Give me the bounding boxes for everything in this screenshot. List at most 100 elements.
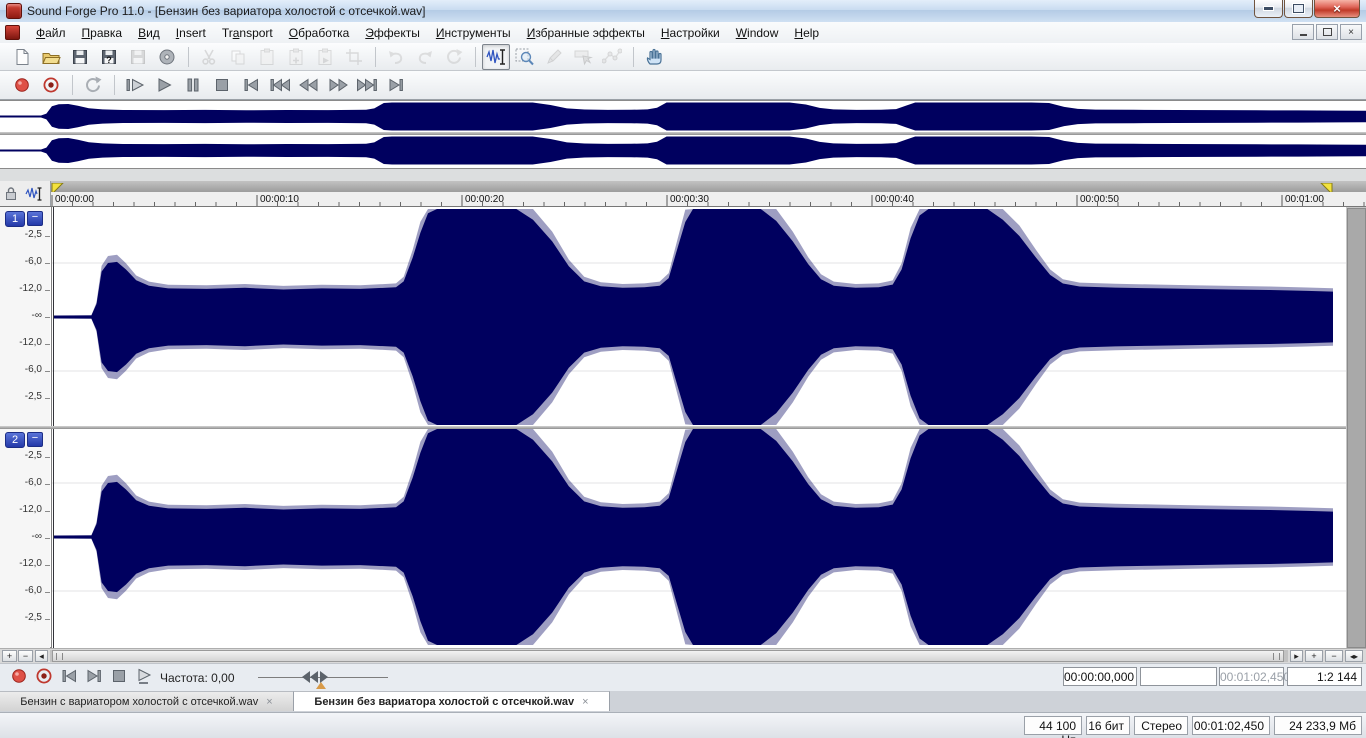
record-button[interactable] — [8, 72, 36, 98]
new-file-button[interactable] — [8, 44, 36, 70]
save-button[interactable] — [66, 44, 94, 70]
minimize-button[interactable] — [1254, 0, 1283, 18]
lock-icon[interactable] — [5, 186, 17, 201]
record-button[interactable] — [6, 667, 31, 689]
play-all-icon — [124, 75, 146, 95]
menu-help[interactable]: Help — [786, 24, 827, 42]
close-button[interactable]: × — [1314, 0, 1360, 18]
zoom-fit-button[interactable]: ◂▸ — [1345, 650, 1363, 662]
record-loop-button[interactable] — [37, 72, 65, 98]
menu-view[interactable]: Вид — [130, 24, 168, 42]
db-scale-label: -2,5 — [0, 612, 42, 623]
position-display[interactable]: 00:00:00,000 — [1063, 667, 1137, 686]
vertical-scrollbar[interactable] — [1346, 207, 1366, 648]
rewind-button[interactable] — [295, 72, 323, 98]
restore-button[interactable] — [1284, 0, 1313, 18]
document-icon — [5, 25, 20, 40]
save-as-button[interactable]: ? — [95, 44, 123, 70]
vertical-scrollbar-thumb[interactable] — [1347, 208, 1366, 648]
zoom-ratio-display[interactable]: 1:2 144 — [1287, 667, 1362, 686]
menu-file[interactable]: Файл — [28, 24, 74, 42]
window-controls: × — [1253, 0, 1360, 18]
loop-playback-button[interactable] — [79, 72, 107, 98]
touch-tool-button[interactable] — [640, 44, 668, 70]
menu-tools[interactable]: Инструменты — [428, 24, 519, 42]
close-icon: × — [1333, 3, 1341, 15]
record-loop-button[interactable] — [31, 667, 56, 689]
render-as-button[interactable] — [153, 44, 181, 70]
window-title: Sound Forge Pro 11.0 - [Бензин без вариа… — [27, 4, 426, 18]
play-all-button[interactable] — [121, 72, 149, 98]
channel-1-badge[interactable]: 1 — [5, 211, 25, 227]
zoom-in-horizontal-button[interactable]: + — [1305, 650, 1323, 662]
copy-icon — [229, 48, 247, 66]
previous-marker-button[interactable] — [266, 72, 294, 98]
go-to-end-button[interactable] — [382, 72, 410, 98]
next-marker-button[interactable] — [353, 72, 381, 98]
doc-close-button[interactable]: × — [1340, 24, 1362, 40]
loop-region-bar[interactable] — [0, 181, 1366, 192]
scroll-right-button[interactable]: ▸ — [1290, 650, 1303, 662]
document-tab-1[interactable]: Бензин с вариатором холостой с отсечкой.… — [0, 691, 294, 711]
close-tab-icon[interactable]: × — [266, 696, 272, 708]
channel-2-minimize-button[interactable]: − — [27, 432, 43, 447]
db-scale-tick — [45, 290, 50, 291]
ruler-gutter — [0, 181, 51, 206]
pause-button[interactable] — [179, 72, 207, 98]
document-tab-2[interactable]: Бензин без вариатора холостой с отсечкой… — [294, 691, 610, 711]
forward-button[interactable] — [324, 72, 352, 98]
menu-window[interactable]: Window — [728, 24, 787, 42]
open-file-button[interactable] — [37, 44, 65, 70]
menu-effects[interactable]: Эффекты — [357, 24, 428, 42]
zoom-out-vertical-button[interactable]: − — [18, 650, 33, 662]
speed-slider[interactable] — [258, 664, 388, 692]
repeat-button — [440, 44, 468, 70]
menu-insert[interactable]: Insert — [168, 24, 214, 42]
waveform-overview[interactable] — [0, 100, 1366, 169]
magnify-tool-button[interactable] — [511, 44, 539, 70]
db-scale-label: -12,0 — [0, 337, 42, 348]
paste-button — [253, 44, 281, 70]
edit-tool-cursor-icon[interactable] — [25, 186, 43, 202]
go-to-end-button[interactable] — [81, 667, 106, 689]
play-button[interactable] — [150, 72, 178, 98]
menu-process[interactable]: Обработка — [281, 24, 358, 42]
horizontal-scrollbar-thumb[interactable] — [52, 650, 1284, 662]
document-tabs: Бензин с вариатором холостой с отсечкой.… — [0, 691, 1366, 712]
record-loop-icon — [41, 75, 61, 95]
channel-2-badge[interactable]: 2 — [5, 432, 25, 448]
edit-tool-button[interactable] — [482, 44, 510, 70]
menu-transport[interactable]: Transport — [214, 24, 281, 42]
close-tab-icon[interactable]: × — [582, 696, 588, 708]
app-icon — [6, 3, 22, 19]
touch-tool-icon — [645, 48, 663, 66]
stop-button[interactable] — [208, 72, 236, 98]
tab-label: Бензин без вариатора холостой с отсечкой… — [314, 696, 574, 708]
selection-display[interactable] — [1140, 667, 1217, 686]
go-to-start-button[interactable] — [237, 72, 265, 98]
time-ruler[interactable]: 00:00:0000:00:1000:00:2000:00:3000:00:40… — [0, 192, 1366, 207]
length-display[interactable]: 00:01:02,450 — [1219, 667, 1284, 686]
doc-restore-button[interactable] — [1316, 24, 1338, 40]
doc-minimize-button[interactable] — [1292, 24, 1314, 40]
cut-button — [195, 44, 223, 70]
menu-edit[interactable]: Правка — [74, 24, 131, 42]
scroll-left-button[interactable]: ◂ — [35, 650, 48, 662]
horizontal-scrollbar-track[interactable] — [50, 650, 1288, 662]
undo-button — [382, 44, 410, 70]
play-preview-button[interactable] — [131, 667, 156, 689]
next-marker-icon — [355, 75, 379, 95]
zoom-in-vertical-button[interactable]: + — [2, 650, 17, 662]
channel-divider — [0, 426, 1346, 429]
menu-favorite-effects[interactable]: Избранные эффекты — [519, 24, 653, 42]
mini-transport — [6, 667, 156, 689]
menu-bar: ФайлПравкаВидInsertTransportОбработкаЭфф… — [0, 22, 1366, 44]
doc-minimize-icon — [1300, 34, 1307, 36]
event-tool-button — [569, 44, 597, 70]
menu-options[interactable]: Настройки — [653, 24, 728, 42]
stop-button[interactable] — [106, 667, 131, 689]
slider-handle-left-icon[interactable] — [302, 671, 310, 683]
zoom-out-horizontal-button[interactable]: − — [1325, 650, 1343, 662]
go-to-start-button[interactable] — [56, 667, 81, 689]
channel-1-minimize-button[interactable]: − — [27, 211, 43, 226]
